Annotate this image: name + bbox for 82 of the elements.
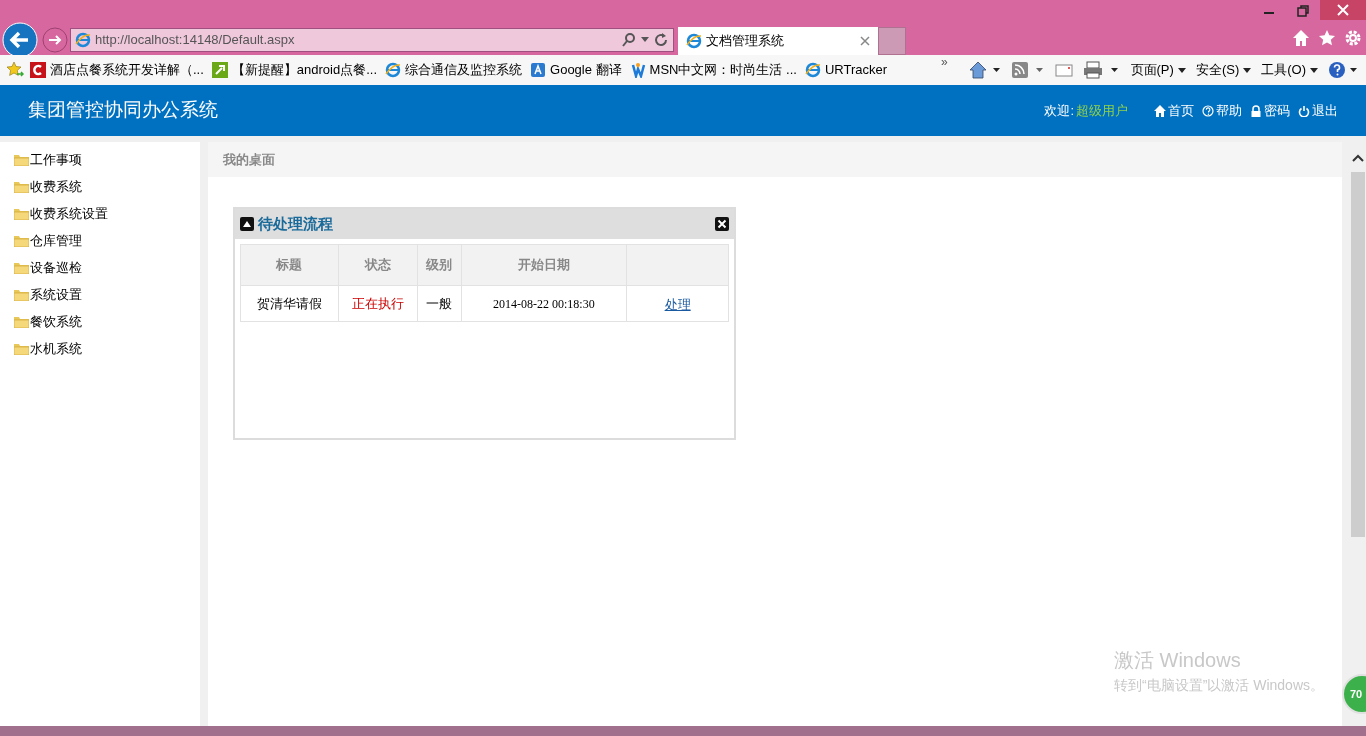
folder-icon <box>14 315 29 328</box>
table-cell: 一般 <box>417 285 462 322</box>
close-icon <box>1337 4 1349 16</box>
welcome-label: 欢迎: <box>1044 101 1074 120</box>
print-icon[interactable] <box>1082 60 1121 80</box>
close-button[interactable] <box>1320 0 1366 20</box>
browser-page-icon <box>385 62 402 78</box>
translate-icon <box>530 62 547 78</box>
folder-icon <box>14 180 29 193</box>
home-icon[interactable] <box>1292 29 1310 47</box>
more-favorites-button[interactable]: » <box>941 55 948 69</box>
favorite-link[interactable]: Google 翻译 <box>530 60 622 80</box>
home-icon <box>1154 104 1166 117</box>
restore-button[interactable] <box>1296 4 1310 18</box>
feed-icon[interactable] <box>1010 60 1045 80</box>
folder-icon <box>14 342 29 355</box>
sidebar-item[interactable]: 餐饮系统 <box>14 308 200 335</box>
caret-icon <box>1310 67 1318 73</box>
caret-icon <box>1243 67 1252 73</box>
settings-icon[interactable] <box>1344 29 1362 47</box>
sidebar-item[interactable]: 收费系统 <box>14 173 200 200</box>
lock-icon <box>1250 104 1262 117</box>
favorite-link[interactable]: 综合通信及监控系统 <box>385 60 523 80</box>
column-header: 开始日期 <box>461 244 627 286</box>
collapse-toggle-icon[interactable] <box>240 217 254 231</box>
browser-page-icon <box>75 32 91 48</box>
scroll-up-icon[interactable] <box>1352 154 1364 162</box>
command-menu[interactable]: 工具(O) <box>1261 60 1318 80</box>
folder-icon <box>14 207 29 220</box>
column-header: 级别 <box>417 244 462 286</box>
header-link[interactable]: 退出 <box>1298 100 1338 121</box>
favorite-link[interactable]: MSN中文网：时尚生活 ... <box>629 60 797 80</box>
folder-icon <box>14 261 29 274</box>
caret-icon <box>1177 67 1186 73</box>
header-link[interactable]: 密码 <box>1250 100 1290 121</box>
close-icon[interactable] <box>715 217 729 231</box>
favorites-star-icon[interactable] <box>6 61 24 79</box>
search-icon[interactable] <box>621 32 637 48</box>
status-cell: 正在执行 <box>338 285 418 322</box>
header-link[interactable]: 帮助 <box>1202 100 1242 121</box>
favorite-link[interactable]: 【新提醒】android点餐... <box>211 60 378 80</box>
refresh-icon[interactable] <box>653 32 669 48</box>
user-name: 超级用户 <box>1076 101 1128 120</box>
browser-tab[interactable]: 文档管理系统 <box>678 27 878 55</box>
sidebar-item[interactable]: 水机系统 <box>14 335 200 362</box>
speed-badge: 70 <box>1342 674 1366 714</box>
favorite-link[interactable]: URTracker <box>804 60 888 80</box>
sidebar-item[interactable]: 设备巡检 <box>14 254 200 281</box>
sidebar-item[interactable]: 工作事项 <box>14 146 200 173</box>
process-link[interactable]: 处理 <box>664 296 691 312</box>
command-menu[interactable]: 安全(S) <box>1195 60 1252 80</box>
help-icon <box>1202 104 1214 117</box>
site-icon <box>30 62 46 78</box>
command-menu[interactable]: 页面(P) <box>1130 60 1186 80</box>
table-cell: 2014-08-22 00:18:30 <box>461 285 627 322</box>
site-icon <box>629 62 646 78</box>
column-header: 标题 <box>240 244 339 286</box>
sidebar-item[interactable]: 系统设置 <box>14 281 200 308</box>
app-title: 集团管控协同办公系统 <box>28 98 219 123</box>
favorite-link[interactable]: 酒店点餐系统开发详解（... <box>30 60 204 80</box>
table-cell: 贺清华请假 <box>240 285 339 322</box>
panel-title: 待处理流程 <box>258 213 334 234</box>
help-icon[interactable] <box>1328 60 1358 80</box>
folder-icon <box>14 153 29 166</box>
header-link[interactable]: 首页 <box>1154 100 1194 121</box>
power-icon <box>1298 104 1310 117</box>
breadcrumb: 我的桌面 <box>223 150 275 169</box>
browser-page-icon <box>686 33 702 49</box>
column-header: 状态 <box>338 244 418 286</box>
folder-icon <box>14 288 29 301</box>
sidebar-item[interactable]: 仓库管理 <box>14 227 200 254</box>
browser-page-icon <box>804 62 821 78</box>
scrollbar-thumb[interactable] <box>1351 172 1365 537</box>
caret-icon[interactable] <box>641 37 649 43</box>
folder-icon <box>14 234 29 247</box>
address-bar[interactable]: http://localhost:14148/Default.aspx <box>70 28 674 52</box>
home-icon[interactable] <box>968 60 1001 80</box>
back-button[interactable] <box>2 22 38 58</box>
forward-button[interactable] <box>42 27 68 53</box>
site-icon <box>211 62 228 78</box>
sidebar-item[interactable]: 收费系统设置 <box>14 200 200 227</box>
star-icon[interactable] <box>1318 29 1336 47</box>
